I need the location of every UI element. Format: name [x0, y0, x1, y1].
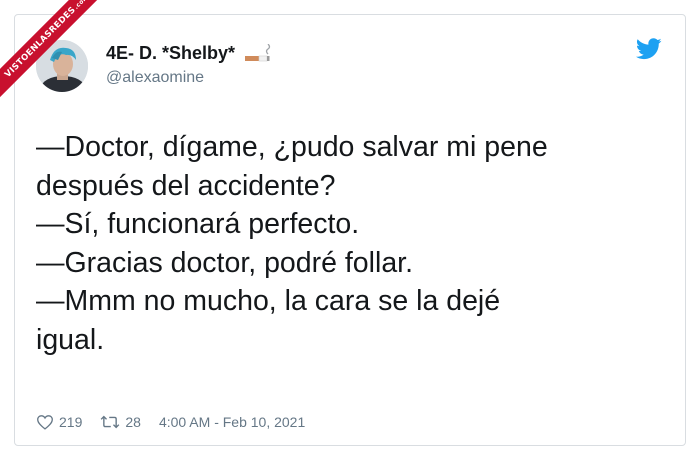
tweet-line: —Doctor, dígame, ¿pudo salvar mi pene — [36, 131, 548, 163]
twitter-bird-icon[interactable] — [636, 38, 662, 60]
retweet-count: 28 — [125, 414, 141, 430]
tweet-line: —Mmm no mucho, la cara se la dejé — [36, 285, 501, 317]
tweet-line: después del accidente? — [36, 169, 336, 202]
like-count: 219 — [59, 414, 83, 430]
author-display-name[interactable]: 4E- D. *Shelby* — [106, 43, 235, 64]
heart-icon — [37, 415, 53, 430]
retweet-icon — [101, 415, 120, 429]
watermark-text: VISTOENLASREDES — [3, 5, 78, 80]
tweet-line: igual. — [36, 323, 105, 356]
author-name-row: 4E- D. *Shelby* — [106, 43, 273, 64]
author-handle[interactable]: @alexaomine — [106, 69, 204, 87]
tweet-timestamp[interactable]: 4:00 AM - Feb 10, 2021 — [159, 414, 305, 430]
tweet-footer: 219 28 4:00 AM - Feb 10, 2021 — [36, 414, 305, 430]
watermark-ribbon: VISTOENLASREDES .com — [0, 0, 110, 110]
retweet-button[interactable]: 28 — [100, 414, 141, 430]
tweet-line: —Gracias doctor, podré follar. — [36, 246, 414, 279]
cigarette-smoke-icon — [245, 43, 271, 61]
like-button[interactable]: 219 — [36, 414, 82, 430]
tweet-line: —Sí, funcionará perfecto. — [36, 208, 360, 240]
tweet-text: —Doctor, dígame, ¿pudo salvar mi pene de… — [36, 128, 656, 359]
watermark-suffix: .com — [72, 0, 90, 11]
